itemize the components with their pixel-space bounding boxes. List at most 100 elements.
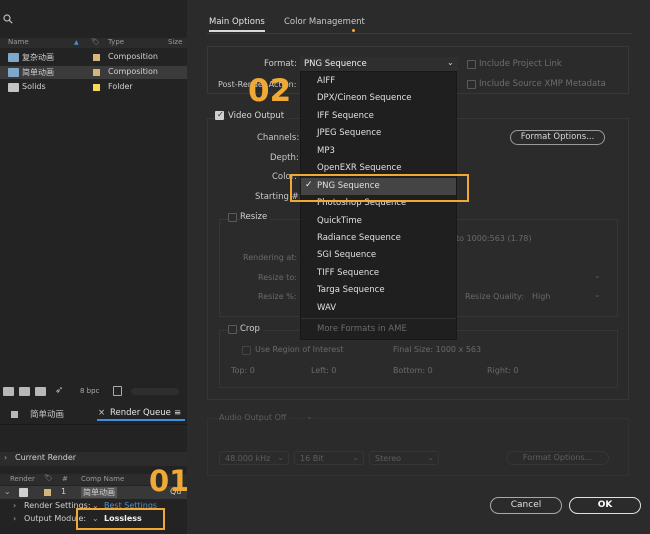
col-name[interactable]: Name: [8, 38, 29, 46]
project-item[interactable]: Solids Folder: [0, 81, 187, 94]
chevron-right-icon[interactable]: ›: [4, 453, 7, 462]
menu-item-quicktime[interactable]: QuickTime: [301, 213, 456, 230]
tab-render-queue-label: Render Queue: [110, 408, 171, 418]
menu-item-iff[interactable]: IFF Sequence: [301, 108, 456, 125]
aspect-ratio-text: to 1000:563 (1.78): [456, 234, 532, 243]
render-checkbox[interactable]: [19, 488, 28, 497]
bit-depth-button[interactable]: 8 bpc: [80, 387, 99, 395]
crop-checkbox[interactable]: [228, 325, 237, 334]
checkmark-icon: ✓: [217, 110, 224, 119]
menu-item-radiance[interactable]: Radiance Sequence: [301, 230, 456, 247]
chevron-down-icon[interactable]: ⌄: [306, 412, 313, 421]
trash-icon[interactable]: [113, 386, 122, 396]
include-xmp-checkbox[interactable]: [467, 80, 476, 89]
depth-label: Depth:: [270, 153, 299, 163]
menu-item-label: OpenEXR Sequence: [317, 163, 402, 173]
crop-bottom-field[interactable]: Bottom: 0: [393, 366, 433, 375]
sort-arrow-icon[interactable]: ▲: [74, 39, 79, 46]
search-icon[interactable]: [3, 14, 13, 24]
menu-item-label: DPX/Cineon Sequence: [317, 93, 412, 103]
format-dropdown[interactable]: PNG Sequence ⌄: [300, 57, 458, 71]
close-icon[interactable]: ×: [98, 408, 105, 418]
crop-right-field[interactable]: Right: 0: [487, 366, 518, 375]
chevron-down-icon[interactable]: ⌄: [4, 487, 11, 496]
crop-left-field[interactable]: Left: 0: [311, 366, 336, 375]
label-color-swatch[interactable]: [93, 84, 100, 91]
audio-format-options-button[interactable]: Format Options...: [506, 451, 609, 465]
new-composition-icon[interactable]: [35, 387, 46, 396]
include-project-link-checkbox[interactable]: [467, 60, 476, 69]
tab-composition[interactable]: 简单动画: [8, 408, 78, 421]
format-dropdown-menu: AIFF DPX/Cineon Sequence IFF Sequence JP…: [300, 71, 457, 340]
channels-label: Channels:: [257, 133, 300, 143]
chevron-down-icon[interactable]: ⌄: [594, 271, 601, 280]
format-options-button[interactable]: Format Options...: [510, 130, 605, 145]
col-size[interactable]: Size: [168, 38, 182, 46]
ok-button[interactable]: OK: [569, 497, 641, 514]
menu-item-sgi[interactable]: SGI Sequence: [301, 247, 456, 264]
label-color-swatch[interactable]: [93, 69, 100, 76]
resize-label: Resize: [240, 212, 271, 222]
audio-output-group: [207, 418, 629, 476]
project-item[interactable]: 简单动画 Composition: [0, 66, 187, 79]
label-tag-icon[interactable]: 🏷: [44, 474, 53, 482]
tab-color-management[interactable]: Color Management: [284, 17, 365, 27]
audio-bit-depth-dropdown[interactable]: 16 Bit ⌄: [294, 451, 364, 465]
crop-label: Crop: [240, 324, 263, 334]
composition-icon: [8, 53, 19, 62]
project-panel: Name ▲ 🏷 Type Size 复杂动画 Composition 简单动画…: [0, 0, 187, 534]
menu-item-dpx-cineon[interactable]: DPX/Cineon Sequence: [301, 90, 456, 107]
menu-item-jpeg[interactable]: JPEG Sequence: [301, 125, 456, 142]
crop-top-field[interactable]: Top: 0: [231, 366, 255, 375]
project-scrollbar[interactable]: [131, 388, 179, 395]
new-folder-icon[interactable]: [19, 387, 30, 396]
use-region-of-interest-label: Use Region of Interest: [255, 345, 344, 354]
render-item-comp-name: 简单动画: [81, 487, 117, 498]
resize-checkbox[interactable]: [228, 213, 237, 222]
final-size-text: Final Size: 1000 x 563: [393, 345, 482, 354]
include-xmp-label: Include Source XMP Metadata: [479, 79, 606, 89]
project-search-row[interactable]: [0, 10, 187, 30]
menu-item-tiff[interactable]: TIFF Sequence: [301, 265, 456, 282]
tab-main-options[interactable]: Main Options: [209, 17, 265, 32]
col-render[interactable]: Render: [10, 475, 35, 483]
composition-icon: [8, 68, 19, 77]
audio-sample-rate-dropdown[interactable]: 48.000 kHz ⌄: [219, 451, 289, 465]
tab-composition-label: 简单动画: [30, 410, 65, 420]
render-rocket-icon[interactable]: ➶: [55, 385, 63, 396]
menu-item-mp3[interactable]: MP3: [301, 143, 456, 160]
col-type[interactable]: Type: [108, 38, 124, 46]
project-column-header: Name ▲ 🏷 Type Size: [0, 38, 187, 48]
video-output-label: Video Output: [228, 111, 288, 121]
label-tag-icon[interactable]: 🏷: [91, 38, 100, 46]
chevron-down-icon[interactable]: ⌄: [594, 290, 601, 299]
highlight-box-png-sequence: [290, 174, 469, 202]
resize-quality-label: Resize Quality:: [465, 292, 524, 301]
menu-item-label: Radiance Sequence: [317, 233, 401, 243]
use-region-of-interest-checkbox[interactable]: [242, 346, 251, 355]
resize-quality-value[interactable]: High: [532, 292, 550, 301]
menu-item-wav[interactable]: WAV: [301, 300, 456, 317]
menu-item-label: Targa Sequence: [317, 285, 385, 295]
video-output-checkbox[interactable]: ✓: [215, 110, 224, 120]
composition-tab-icon: [11, 411, 18, 418]
chevron-right-icon[interactable]: ›: [13, 514, 16, 523]
col-comp-name[interactable]: Comp Name: [81, 475, 124, 483]
chevron-down-icon: ⌄: [352, 453, 359, 462]
interpret-footage-icon[interactable]: [3, 387, 14, 396]
chevron-down-icon: ⌄: [427, 453, 434, 462]
cancel-button[interactable]: Cancel: [490, 497, 562, 514]
menu-item-targa[interactable]: Targa Sequence: [301, 282, 456, 299]
col-number[interactable]: #: [62, 475, 68, 483]
tab-render-queue[interactable]: × Render Queue ≡: [97, 408, 185, 421]
audio-output-dropdown[interactable]: Audio Output Off: [219, 413, 290, 422]
project-item[interactable]: 复杂动画 Composition: [0, 51, 187, 64]
menu-item-aiff[interactable]: AIFF: [301, 73, 456, 90]
audio-channels-dropdown[interactable]: Stereo ⌄: [369, 451, 439, 465]
chevron-right-icon[interactable]: ›: [13, 501, 16, 510]
label-color-swatch[interactable]: [93, 54, 100, 61]
panel-tab-bar: 简单动画 × Render Queue ≡: [0, 403, 187, 425]
panel-menu-icon[interactable]: ≡: [174, 408, 181, 418]
notification-dot: [352, 29, 355, 32]
label-color-swatch[interactable]: [44, 489, 51, 496]
